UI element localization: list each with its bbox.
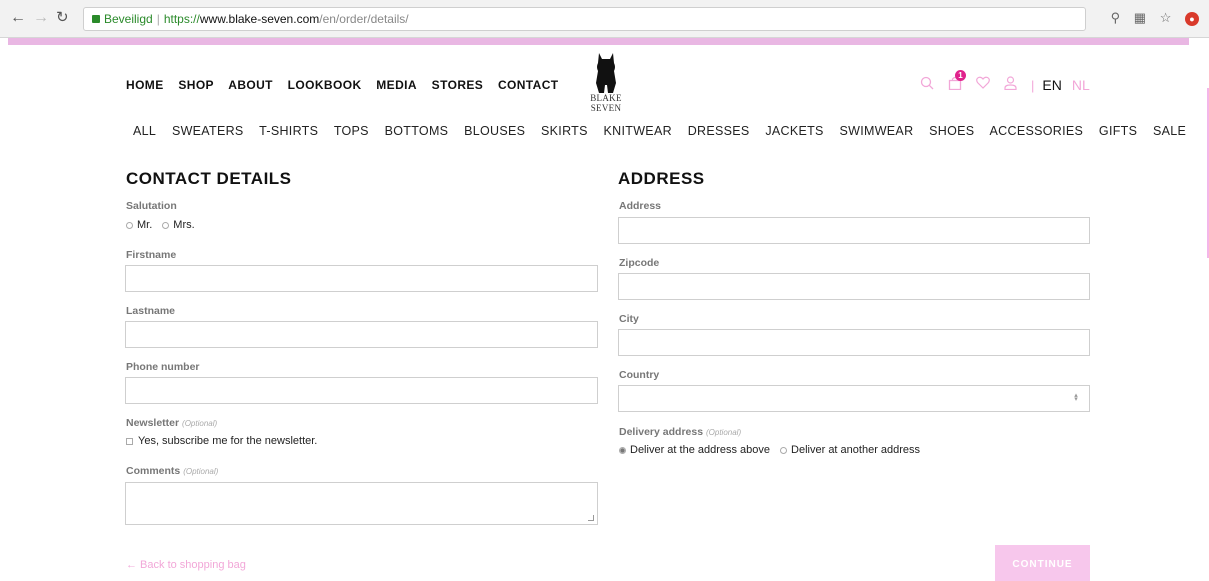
main-nav: HOME SHOP ABOUT LOOKBOOK MEDIA STORES CO…: [126, 78, 570, 92]
deliver-other-label: Deliver at another address: [791, 444, 921, 456]
forward-arrow-icon[interactable]: →: [33, 9, 49, 27]
category-t-shirts[interactable]: T-SHIRTS: [259, 124, 318, 138]
delivery-address-label-text: Delivery address: [619, 426, 704, 438]
salutation-mr-label: Mr.: [137, 219, 153, 231]
nav-stores[interactable]: STORES: [432, 78, 484, 92]
firstname-field[interactable]: [125, 265, 598, 292]
nav-contact[interactable]: CONTACT: [498, 78, 559, 92]
zoom-icon[interactable]: ⚲: [1111, 10, 1121, 25]
category-sale[interactable]: SALE: [1153, 124, 1186, 138]
logo-word-seven: SEVEN: [590, 103, 622, 113]
resize-handle-icon[interactable]: [588, 515, 594, 521]
deliver-other-radio[interactable]: [780, 446, 788, 454]
select-arrows-icon: ▴ ▾: [1074, 392, 1078, 403]
city-field[interactable]: [618, 329, 1090, 356]
phone-field[interactable]: [125, 377, 598, 404]
category-sweaters[interactable]: SWEATERS: [172, 124, 244, 138]
category-gifts[interactable]: GIFTS: [1099, 124, 1137, 138]
lang-en-link[interactable]: EN: [1042, 77, 1061, 93]
salutation-label: Salutation: [126, 200, 177, 212]
address-label: Address: [619, 200, 662, 212]
delivery-options: Deliver at the address above Deliver at …: [619, 444, 920, 456]
bookmark-star-icon[interactable]: ☆: [1160, 10, 1172, 25]
newsletter-label: Newsletter (Optional): [126, 417, 217, 429]
logo-word-blake: BLAKE: [590, 93, 622, 103]
newsletter-checkbox-label: Yes, subscribe me for the newsletter.: [138, 435, 318, 447]
secure-label: Beveiligd: [104, 12, 153, 26]
translate-icon[interactable]: ▦: [1134, 10, 1146, 25]
bulldog-icon: [596, 53, 616, 93]
search-icon[interactable]: [920, 76, 934, 95]
comments-label: Comments (Optional): [126, 465, 218, 477]
lastname-field[interactable]: [125, 321, 598, 348]
category-swimwear[interactable]: SWIMWEAR: [839, 124, 913, 138]
country-select[interactable]: ▴ ▾: [618, 385, 1090, 412]
newsletter-checkbox[interactable]: [126, 437, 133, 445]
category-knitwear[interactable]: KNITWEAR: [604, 124, 672, 138]
newsletter-option: Yes, subscribe me for the newsletter.: [126, 435, 317, 447]
category-dresses[interactable]: DRESSES: [688, 124, 750, 138]
address-heading: ADDRESS: [618, 169, 705, 188]
deliver-above-radio[interactable]: [619, 446, 626, 454]
firstname-label: Firstname: [126, 249, 177, 261]
lock-icon: [92, 15, 100, 23]
url-path: /en/order/details/: [319, 12, 409, 26]
header-icons: 1 | EN NL: [920, 69, 1090, 95]
comments-textarea[interactable]: [125, 482, 598, 525]
browser-actions: ⚲ ▦ ☆ ●: [1101, 10, 1199, 26]
back-arrow-icon[interactable]: ←: [10, 9, 26, 27]
language-separator: |: [1031, 77, 1035, 93]
category-bottoms[interactable]: BOTTOMS: [385, 124, 449, 138]
category-blouses[interactable]: BLOUSES: [464, 124, 525, 138]
shopping-bag-icon[interactable]: 1: [948, 69, 966, 95]
nav-lookbook[interactable]: LOOKBOOK: [288, 78, 362, 92]
continue-button[interactable]: CONTINUE: [995, 545, 1090, 581]
zipcode-field[interactable]: [618, 273, 1090, 300]
contact-details-heading: CONTACT DETAILS: [126, 169, 292, 188]
user-icon[interactable]: [1004, 75, 1017, 95]
delivery-optional: (Optional): [705, 428, 742, 437]
heart-icon[interactable]: [976, 76, 990, 94]
url-scheme: https://: [163, 12, 200, 26]
comments-optional: (Optional): [183, 467, 219, 476]
salutation-mr-radio[interactable]: [126, 221, 133, 229]
category-skirts[interactable]: SKIRTS: [541, 124, 588, 138]
comments-label-text: Comments: [126, 465, 181, 477]
salutation-mrs-radio[interactable]: [162, 221, 170, 229]
cart-count-badge: 1: [955, 69, 966, 81]
brand-logo[interactable]: BLAKE SEVEN: [585, 53, 627, 113]
address-bar[interactable]: Beveiligd | https://www.blake-seven.com/en…: [83, 7, 1086, 31]
newsletter-optional: (Optional): [182, 419, 218, 428]
zipcode-label: Zipcode: [619, 257, 660, 269]
back-to-bag-link[interactable]: ← Back to shopping bag: [126, 559, 246, 571]
nav-media[interactable]: MEDIA: [376, 78, 417, 92]
lastname-label: Lastname: [126, 305, 176, 317]
category-accessories[interactable]: ACCESSORIES: [990, 124, 1084, 138]
reload-icon[interactable]: ↻: [56, 9, 69, 27]
delivery-address-label: Delivery address (Optional): [619, 426, 741, 438]
city-label: City: [619, 313, 639, 325]
phone-label: Phone number: [126, 361, 200, 373]
salutation-options: Mr. Mrs.: [126, 219, 195, 231]
country-label: Country: [619, 369, 660, 381]
nav-home[interactable]: HOME: [126, 78, 164, 92]
address-field[interactable]: [618, 217, 1090, 244]
top-accent-bar: [8, 38, 1189, 45]
nav-shop[interactable]: SHOP: [178, 78, 214, 92]
category-jackets[interactable]: JACKETS: [765, 124, 823, 138]
salutation-mrs-label: Mrs.: [173, 219, 195, 231]
url-host: www.blake-seven.com: [199, 12, 320, 26]
extension-icon[interactable]: ●: [1185, 12, 1199, 26]
category-shoes[interactable]: SHOES: [929, 124, 974, 138]
nav-about[interactable]: ABOUT: [228, 78, 273, 92]
newsletter-label-text: Newsletter: [126, 417, 180, 429]
deliver-above-label: Deliver at the address above: [630, 444, 771, 456]
category-nav: ALL SWEATERS T-SHIRTS TOPS BOTTOMS BLOUS…: [133, 124, 1198, 138]
category-tops[interactable]: TOPS: [334, 124, 369, 138]
lang-nl-link[interactable]: NL: [1072, 77, 1090, 93]
category-all[interactable]: ALL: [133, 124, 156, 138]
browser-toolbar: ← → ↻ Beveiligd | https://www.blake-seven.…: [0, 0, 1209, 38]
